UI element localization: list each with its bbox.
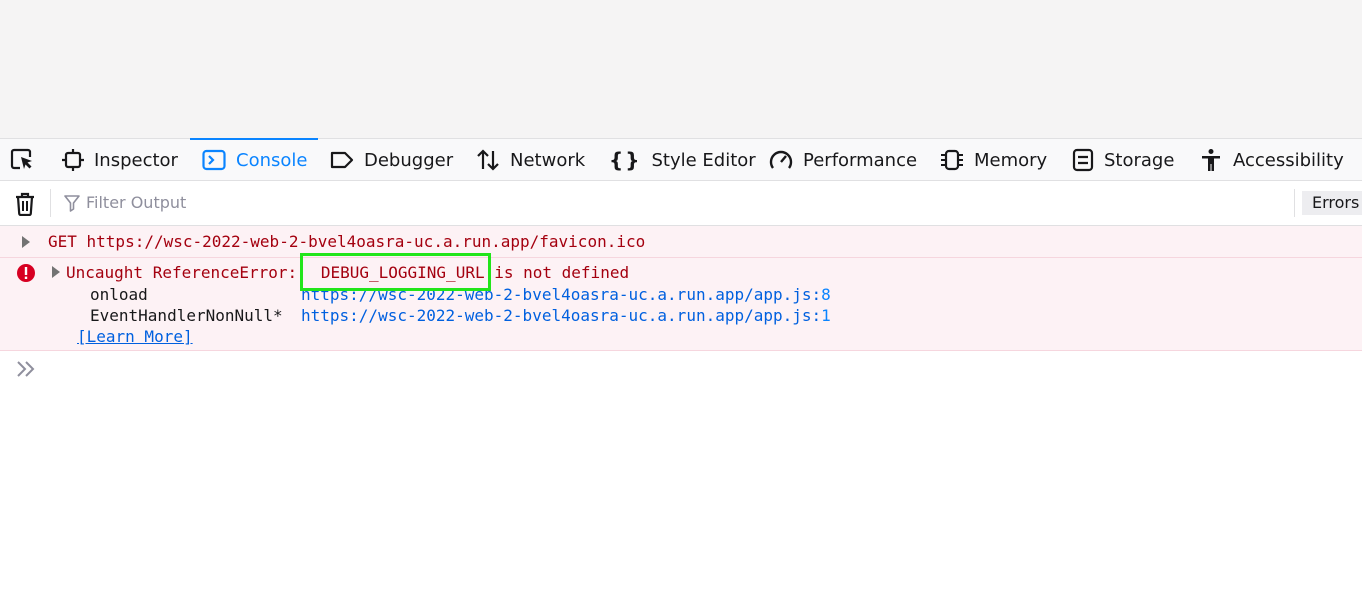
tab-accessibility[interactable]: Accessibility [1199, 139, 1344, 181]
toolbar-separator [50, 189, 51, 217]
devtools-toolbar: Inspector Console Debugger Network {} St… [0, 138, 1362, 181]
tab-label: Storage [1104, 149, 1175, 171]
filter-icon [64, 194, 80, 212]
tab-style-editor[interactable]: {} Style Editor [609, 139, 756, 181]
tab-console[interactable]: Console [190, 138, 318, 181]
page-content-area [0, 0, 1362, 138]
element-picker-button[interactable] [10, 139, 36, 181]
console-prompt-icon[interactable] [15, 360, 37, 378]
console-icon [202, 149, 226, 171]
tab-label: Inspector [94, 149, 178, 171]
tab-inspector[interactable]: Inspector [62, 139, 178, 181]
expand-arrow-icon[interactable] [51, 265, 61, 279]
tab-label: Accessibility [1233, 149, 1344, 171]
tab-label: Debugger [364, 149, 454, 171]
tab-label: Network [510, 149, 586, 171]
debugger-icon [330, 151, 354, 169]
inspector-icon [62, 149, 84, 171]
toolbar-separator [1294, 189, 1295, 217]
error-prefix: Uncaught ReferenceError: [66, 263, 307, 282]
error-suffix: is not defined [484, 263, 630, 282]
error-icon [17, 264, 35, 282]
tab-storage[interactable]: Storage [1072, 139, 1174, 181]
accessibility-icon [1202, 149, 1220, 171]
trash-icon [16, 192, 34, 217]
element-picker-icon [10, 148, 32, 170]
tab-performance[interactable]: Performance [769, 139, 917, 181]
console-message-get-request: GET https://wsc-2022-web-2-bvel4oasra-uc… [0, 226, 1362, 258]
stack-frame-link[interactable]: https://wsc-2022-web-2-bvel4oasra-uc.a.r… [301, 306, 831, 325]
network-icon [477, 149, 499, 171]
expand-arrow-icon[interactable] [21, 235, 31, 249]
console-filter-bar: Errors [0, 181, 1362, 226]
tab-network[interactable]: Network [476, 139, 585, 181]
filter-output-input[interactable] [86, 193, 386, 212]
tab-memory[interactable]: Memory [940, 139, 1047, 181]
style-editor-icon: {} [609, 148, 642, 172]
tab-label: Style Editor [651, 149, 756, 171]
tab-label: Console [236, 149, 308, 171]
stack-frame-function: EventHandlerNonNull* [90, 306, 283, 325]
tab-debugger[interactable]: Debugger [330, 139, 453, 181]
errors-filter-button[interactable]: Errors [1302, 191, 1362, 215]
highlight-box [300, 253, 491, 291]
console-message-error: Uncaught ReferenceError: DEBUG_LOGGING_U… [0, 253, 1362, 351]
memory-icon [941, 149, 963, 171]
get-request-text[interactable]: GET https://wsc-2022-web-2-bvel4oasra-uc… [48, 232, 645, 251]
performance-icon [769, 150, 793, 169]
storage-icon [1072, 148, 1094, 172]
stack-frame-function: onload [90, 285, 148, 304]
clear-console-button[interactable] [14, 192, 36, 220]
filter-output [64, 193, 386, 212]
tab-label: Performance [803, 149, 918, 171]
learn-more-link[interactable]: [Learn More] [77, 327, 193, 346]
tab-label: Memory [974, 149, 1048, 171]
